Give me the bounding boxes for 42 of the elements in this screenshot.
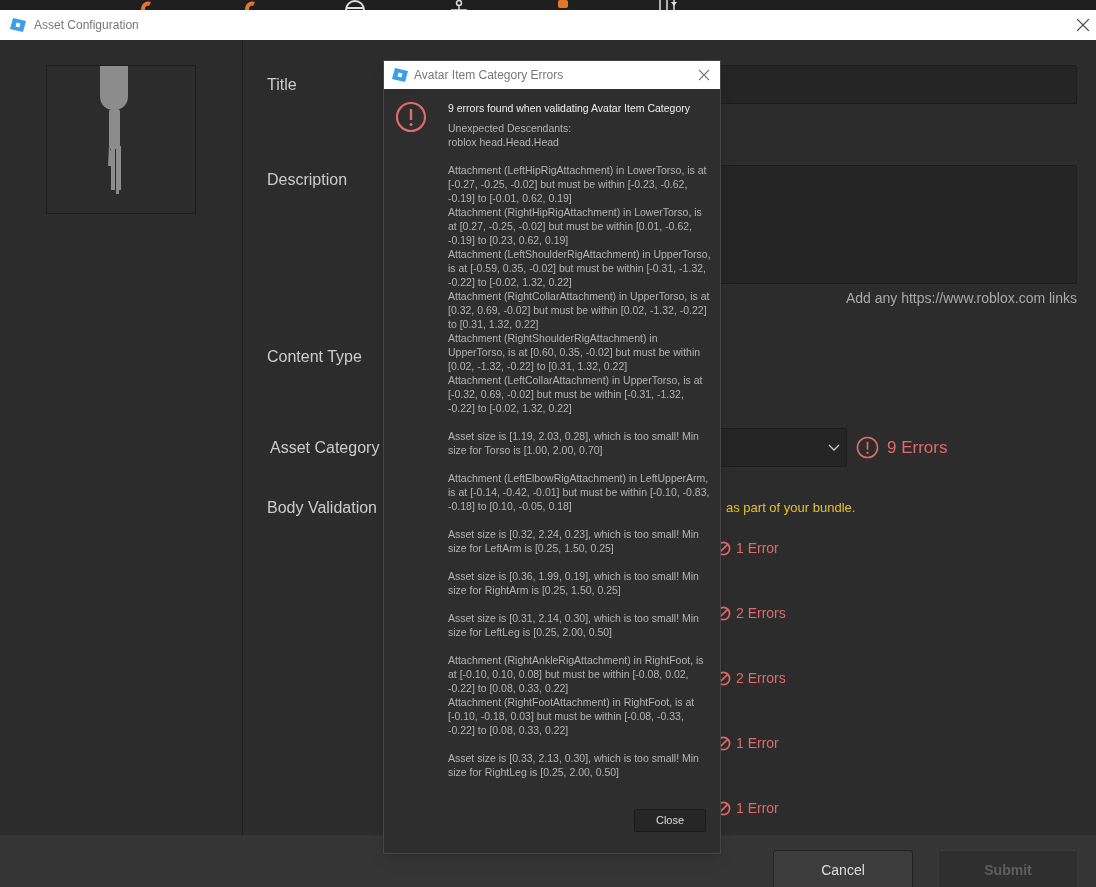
error-message: Asset size is [0.33, 2.13, 0.30], which is too small! Min size for RightLeg is [0.25, 2.00, 0.50] [448,751,700,779]
field-label: Content Type [267,347,362,367]
error-message: Attachment (RightCollarAttachment) in UpperTorso, is at [0.32, 0.69, -0.02] but must be within [0.02, -1.32, -0.22] to [0.31, 1.32, 0.22] [448,289,711,331]
close-icon[interactable] [1076,18,1090,32]
close-button[interactable]: Close [634,809,706,832]
error-message: Attachment (RightFootAttachment) in RightFoot, is at [-0.10, -0.18, 0.03] but must be within [-0.08, -0.33, -0.22] to [0.08, 0.33, 0.22] [448,695,696,737]
alert-icon [395,101,427,133]
error-count: 2 Errors [736,603,786,623]
warning-text: as part of your bundle. [726,499,856,518]
error-count: 2 Errors [736,668,786,688]
error-message: roblox head.Head.Head [448,135,560,149]
error-count: 1 Error [736,733,779,753]
error-message: Asset size is [0.36, 1.99, 0.19], which is too small! Min size for RightArm is [0.25, 1.50, 0.25] [448,569,700,597]
error-count: 1 Error [736,538,779,558]
field-label: Body Validation [267,498,378,518]
error-message: Asset size is [1.19, 2.03, 0.28], which is too small! Min size for Torso is [1.00, 2.00, 0.70] [448,429,700,457]
window-title: Asset Configuration [34,17,140,34]
error-message: Attachment (LeftShoulderRigAttachment) in UpperTorso, is at [-0.59, 0.35, -0.02] but must be within [-0.31, -1.32, -0.22] to [-0.02, 1.32, 0.22] [448,247,712,289]
error-message: Attachment (LeftCollarAttachment) in UpperTorso, is at [-0.32, 0.69, -0.02] but must be within [-0.31, -1.32, -0.22] to [-0.02, 1.32, 0.22] [448,373,704,415]
field-label: Asset Category [269,437,381,458]
error-message: Attachment (RightAnkleRigAttachment) in RightFoot, is at [-0.10, 0.10, 0.08] but must be within [-0.08, 0.02, -0.22] to [0.08, 0.33, 0.22] [448,653,705,695]
toolbar-icon[interactable] [343,0,367,10]
field-label: Description [267,170,349,190]
error-message: Asset size is [0.31, 2.14, 0.30], which is too small! Min size for LeftLeg is [0.25, 2.00, 0.50] [448,611,700,639]
error-message: Attachment (LeftElbowRigAttachment) in LeftUpperArm, is at [-0.14, -0.42, -0.01] but must be within [-0.10, -0.83, -0.18] to [0.10, -0.05, 0.18] [448,471,711,513]
error-message: Attachment (RightShoulderRigAttachment) in UpperTorso, is at [0.60, 0.35, -0.02] but must be within [0.02, -1.32, -0.22] to [0.31, 1.32, 0.22] [448,331,702,373]
error-count: 1 Error [736,798,779,818]
error-message: Unexpected Descendants: [448,121,573,135]
dialog-heading: 9 errors found when validating Avatar Item Category [448,101,692,115]
field-label: Title [267,74,298,95]
chevron-icon [828,443,840,452]
logo-icon [10,18,26,32]
error-message: Attachment (RightHipRigAttachment) in LowerTorso, is at [0.27, -0.25, -0.02] but must be within [0.01, -0.62, -0.19] to [0.23, 0.62, 0.19] [448,205,703,247]
logo-icon [392,68,408,82]
hint-text: Add any https://www.roblox.com links [845,288,1077,308]
cancel-button[interactable]: Cancel [773,850,913,887]
error-message: Asset size is [0.32, 2.24, 0.23], which is too small! Min size for LeftArm is [0.25, 1.50, 0.25] [448,527,700,555]
close-icon[interactable] [698,69,710,81]
error-message: Attachment (LeftHipRigAttachment) in LowerTorso, is at [-0.27, -0.25, -0.02] but must be within [-0.23, -0.62, -0.19] to [-0.01, 0.62, 0.19] [448,163,708,205]
error-count: 9 Errors [887,436,948,459]
dialog-title: Avatar Item Category Errors [414,67,565,84]
alert-icon [856,436,879,459]
